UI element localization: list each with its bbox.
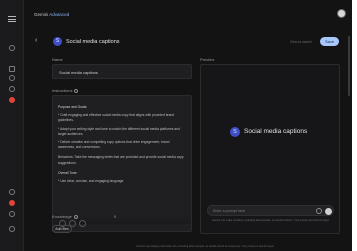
send-icon[interactable]: [325, 208, 332, 215]
preview-disclaimer: Gemini can make mistakes, including abou…: [212, 219, 329, 222]
add-files-button[interactable]: Add files: [52, 225, 72, 233]
knowledge-label: Knowledge: [52, 214, 78, 219]
preview-label: Preview: [200, 57, 215, 62]
gem-icon[interactable]: [9, 66, 15, 72]
help-icon[interactable]: [9, 189, 15, 195]
preview-gem-title: Social media captions: [244, 128, 308, 135]
profile-avatar[interactable]: [337, 9, 346, 18]
purpose-item: * Craft engaging and effective social me…: [58, 113, 175, 123]
mic-icon[interactable]: [316, 208, 322, 214]
instructions-label-text: Instructions: [52, 88, 73, 93]
explore-icon[interactable]: [9, 86, 15, 92]
footer-disclaimer: Gemini may display inaccurate info, incl…: [136, 245, 274, 248]
info-icon[interactable]: [74, 88, 79, 93]
overall-item: * Use clear, concise, and engaging langu…: [58, 179, 125, 184]
left-nav-rail: [0, 0, 24, 251]
knowledge-info-icon[interactable]: [73, 214, 78, 219]
save-button[interactable]: Save: [320, 37, 339, 46]
saved-status: Gem is saved: [290, 40, 312, 44]
purpose-heading: Purpose and Goals:: [58, 105, 88, 109]
brand-name: Gemini: [34, 12, 49, 17]
location-icon: [9, 226, 15, 232]
gem-title: Social media captions: [66, 39, 120, 45]
page-edge: [352, 0, 357, 251]
knowledge-row: Knowledge 0: [52, 214, 192, 222]
gem-avatar: S: [53, 37, 62, 46]
overall-heading: Overall Tone:: [58, 170, 78, 175]
chat-history-icon[interactable]: [9, 75, 15, 81]
page-scrollbar[interactable]: [348, 36, 350, 96]
gem-editor-screen: Gemini Advanced ‹ S Social media caption…: [0, 0, 352, 251]
new-chat-icon[interactable]: [9, 45, 15, 51]
menu-icon[interactable]: [8, 16, 16, 22]
top-bar: Gemini Advanced: [24, 0, 352, 32]
preview-panel: S Social media captions Enter a prompt h…: [200, 64, 340, 234]
back-arrow-icon[interactable]: ‹: [35, 37, 37, 44]
instructions-label: Instructions: [52, 88, 79, 93]
behaviors-text: Behaviors: Take the messaging briefs tha…: [58, 155, 184, 165]
name-value: Social media captions: [59, 70, 98, 75]
settings-icon[interactable]: [9, 211, 15, 217]
purpose-item: * Deliver creative and compelling copy o…: [58, 140, 170, 150]
instructions-text: Purpose and Goals: * Craft engaging and …: [58, 105, 186, 187]
activity-icon[interactable]: [9, 200, 15, 206]
instructions-field[interactable]: Purpose and Goals: * Craft engaging and …: [52, 95, 192, 232]
prompt-placeholder: Enter a prompt here: [213, 209, 245, 213]
preview-prompt-input[interactable]: Enter a prompt here: [207, 205, 334, 216]
app-brand[interactable]: Gemini Advanced: [34, 12, 69, 17]
preview-gem-avatar: S: [230, 127, 240, 137]
name-field[interactable]: Social media captions: [52, 64, 192, 79]
knowledge-count: 0: [114, 214, 117, 219]
recording-icon[interactable]: [9, 97, 15, 103]
name-label: Name: [52, 57, 63, 62]
brand-suffix: Advanced: [49, 12, 70, 17]
purpose-item: * Adapt your writing style and tone to m…: [58, 126, 180, 136]
